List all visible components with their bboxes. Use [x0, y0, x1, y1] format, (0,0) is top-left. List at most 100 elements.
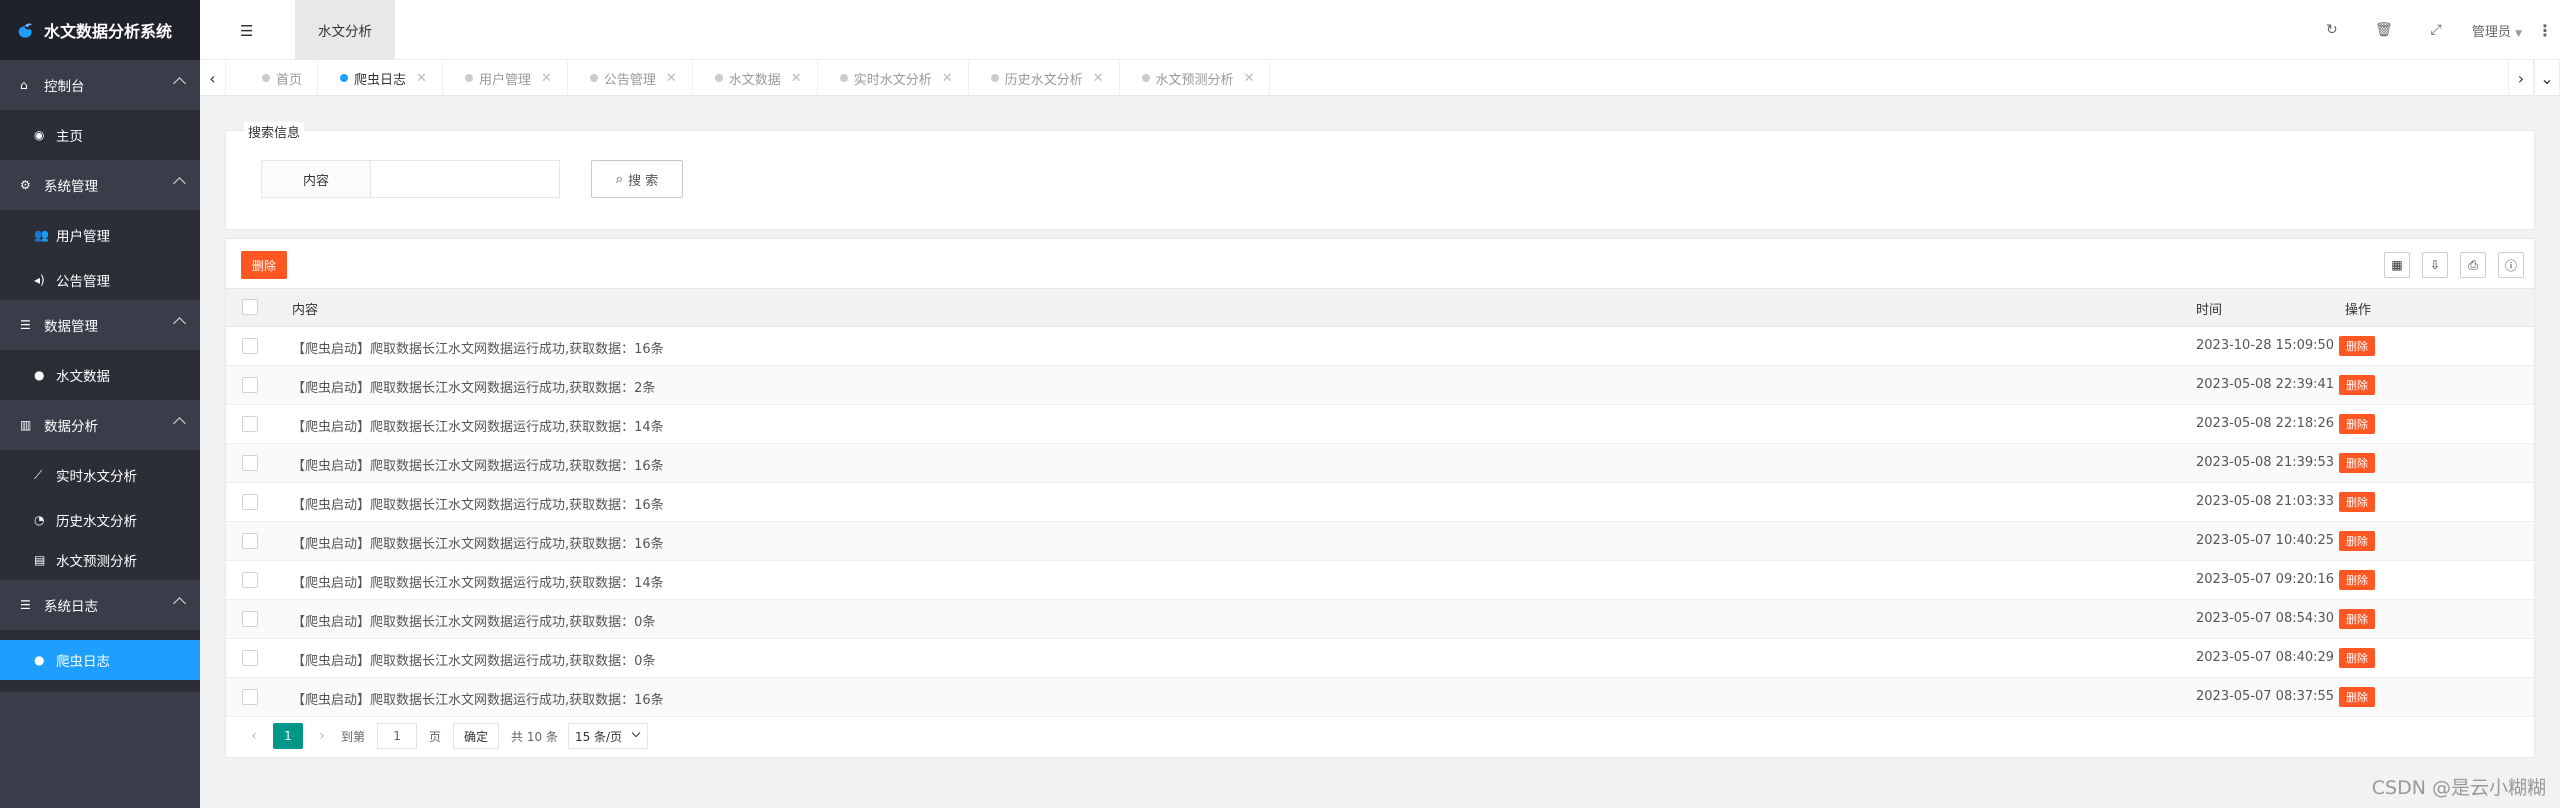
- sidebar-item-label: 爬虫日志: [56, 654, 110, 670]
- top-tab-hydro-analysis[interactable]: 水文分析: [295, 0, 395, 60]
- page-tab-notices[interactable]: 公告管理 ✕: [568, 60, 693, 96]
- column-header-content[interactable]: 内容: [292, 299, 318, 318]
- row-delete-button[interactable]: 删除: [2339, 492, 2375, 512]
- sidebar-item-history[interactable]: ◔ 历史水文分析: [0, 500, 200, 540]
- row-delete-button[interactable]: 删除: [2339, 609, 2375, 629]
- nav-head-system[interactable]: ⚙ 系统管理: [0, 160, 200, 210]
- page-tab-hydro-data[interactable]: 水文数据 ✕: [693, 60, 818, 96]
- nav-head-logs[interactable]: ☰ 系统日志: [0, 580, 200, 630]
- row-content: 【爬虫启动】爬取数据长江水文网数据运行成功,获取数据：16条: [292, 498, 664, 513]
- table-body: 【爬虫启动】爬取数据长江水文网数据运行成功,获取数据：16条 2023-10-28…: [226, 327, 2534, 717]
- row-checkbox[interactable]: [242, 689, 258, 705]
- row-checkbox[interactable]: [242, 455, 258, 471]
- row-checkbox[interactable]: [242, 377, 258, 393]
- current-page-button[interactable]: 1: [273, 723, 303, 749]
- page-unit-label: 页: [429, 729, 442, 744]
- row-content: 【爬虫启动】爬取数据长江水文网数据运行成功,获取数据：16条: [292, 459, 664, 474]
- table-row: 【爬虫启动】爬取数据长江水文网数据运行成功,获取数据：0条 2023-05-07 …: [226, 600, 2534, 639]
- gears-icon: ⚙: [20, 178, 31, 192]
- page-size-select[interactable]: 15 条/页: [567, 723, 648, 749]
- tabs-menu-chevron-down-icon[interactable]: ⌄: [2534, 60, 2560, 96]
- export-icon[interactable]: ⇩: [2422, 252, 2448, 278]
- print-icon[interactable]: ⎙: [2460, 252, 2486, 278]
- app-logo[interactable]: 水文数据分析系统: [0, 0, 200, 60]
- row-content: 【爬虫启动】爬取数据长江水文网数据运行成功,获取数据：16条: [292, 342, 664, 357]
- close-icon[interactable]: ✕: [541, 71, 552, 86]
- sidebar-item-notices[interactable]: ◂) 公告管理: [0, 260, 200, 300]
- fullscreen-icon[interactable]: ⤢: [2410, 22, 2462, 38]
- delete-selected-button[interactable]: 删除: [241, 251, 287, 279]
- column-header-op: 操作: [2345, 303, 2372, 318]
- sidebar-item-home[interactable]: ◉ 主页: [0, 110, 200, 160]
- close-icon[interactable]: ✕: [666, 71, 677, 86]
- row-checkbox[interactable]: [242, 533, 258, 549]
- close-icon[interactable]: ✕: [416, 71, 427, 86]
- row-delete-button[interactable]: 删除: [2339, 570, 2375, 590]
- nav-group-logs: ☰ 系统日志 ● 爬虫日志: [0, 580, 200, 692]
- search-input[interactable]: [370, 160, 560, 198]
- row-checkbox[interactable]: [242, 338, 258, 354]
- page-tab-home[interactable]: 首页: [240, 60, 319, 96]
- row-delete-button[interactable]: 删除: [2339, 453, 2375, 473]
- row-checkbox[interactable]: [242, 494, 258, 510]
- page-tab-realtime[interactable]: 实时水文分析 ✕: [818, 60, 969, 96]
- refresh-icon[interactable]: ↻: [2306, 22, 2358, 38]
- row-delete-button[interactable]: 删除: [2339, 531, 2375, 551]
- nav-head-console[interactable]: ⌂ 控制台: [0, 60, 200, 110]
- page-tab-history[interactable]: 历史水文分析 ✕: [969, 60, 1120, 96]
- row-delete-button[interactable]: 删除: [2339, 648, 2375, 668]
- tabs-scroll-left-icon[interactable]: ‹: [200, 60, 226, 96]
- row-delete-button[interactable]: 删除: [2339, 414, 2375, 434]
- close-icon[interactable]: ✕: [942, 71, 953, 86]
- prev-page-icon[interactable]: ‹: [241, 728, 267, 744]
- row-delete-button[interactable]: 删除: [2339, 687, 2375, 707]
- page-tab-users[interactable]: 用户管理 ✕: [443, 60, 568, 96]
- nav-head-label: 系统日志: [44, 599, 98, 615]
- row-delete-button[interactable]: 删除: [2339, 336, 2375, 356]
- sidebar-item-forecast[interactable]: ▤ 水文预测分析: [0, 540, 200, 580]
- tab-dot: [262, 74, 270, 82]
- close-icon[interactable]: ✕: [791, 71, 802, 86]
- search-button[interactable]: ⌕ 搜 索: [591, 160, 683, 198]
- table-row: 【爬虫启动】爬取数据长江水文网数据运行成功,获取数据：14条 2023-05-07…: [226, 561, 2534, 600]
- users-icon: 👥: [34, 228, 49, 242]
- nav-sub-logs: ● 爬虫日志: [0, 630, 200, 692]
- row-checkbox[interactable]: [242, 416, 258, 432]
- goto-confirm-button[interactable]: 确定: [453, 723, 500, 749]
- table-row: 【爬虫启动】爬取数据长江水文网数据运行成功,获取数据：16条 2023-05-08…: [226, 444, 2534, 483]
- row-content: 【爬虫启动】爬取数据长江水文网数据运行成功,获取数据：16条: [292, 693, 664, 708]
- table-row: 【爬虫启动】爬取数据长江水文网数据运行成功,获取数据：2条 2023-05-08 …: [226, 366, 2534, 405]
- row-delete-button[interactable]: 删除: [2339, 375, 2375, 395]
- search-legend: 搜索信息: [244, 122, 305, 141]
- row-checkbox[interactable]: [242, 611, 258, 627]
- chevron-up-icon: [173, 417, 186, 430]
- more-vertical-icon[interactable]: ⋮: [2530, 21, 2560, 40]
- search-button-label: 搜 索: [628, 173, 659, 189]
- trash-icon[interactable]: 🗑: [2358, 22, 2410, 38]
- user-menu[interactable]: 管理员 ▼: [2472, 21, 2522, 40]
- next-page-icon[interactable]: ›: [309, 728, 335, 744]
- sidebar-item-users[interactable]: 👥 用户管理: [0, 210, 200, 260]
- nav-head-analysis[interactable]: ▥ 数据分析: [0, 400, 200, 450]
- tab-label: 用户管理: [478, 72, 531, 88]
- column-header-time[interactable]: 时间: [2196, 299, 2222, 318]
- list-icon: ☰: [20, 598, 31, 612]
- page-tab-forecast[interactable]: 水文预测分析 ✕: [1120, 60, 1271, 96]
- app-title: 水文数据分析系统: [44, 22, 173, 41]
- row-checkbox[interactable]: [242, 650, 258, 666]
- select-all-checkbox[interactable]: [242, 299, 258, 315]
- sidebar-item-hydro-data[interactable]: ● 水文数据: [0, 350, 200, 400]
- row-checkbox[interactable]: [242, 572, 258, 588]
- info-icon[interactable]: ⓘ: [2498, 252, 2524, 278]
- nav-head-data[interactable]: ☰ 数据管理: [0, 300, 200, 350]
- close-icon[interactable]: ✕: [1244, 71, 1255, 86]
- menu-toggle-icon[interactable]: ☰: [240, 22, 253, 40]
- sidebar-item-realtime[interactable]: ⟋ 实时水文分析: [0, 450, 200, 500]
- goto-page-input[interactable]: 1: [377, 723, 418, 749]
- tabs-scroll-right-icon[interactable]: ›: [2508, 60, 2534, 96]
- page-tab-crawler-log[interactable]: 爬虫日志 ✕: [318, 60, 443, 96]
- columns-filter-icon[interactable]: ▦: [2384, 252, 2410, 278]
- close-icon[interactable]: ✕: [1093, 71, 1104, 86]
- sidebar-item-crawler-log[interactable]: ● 爬虫日志: [0, 640, 200, 680]
